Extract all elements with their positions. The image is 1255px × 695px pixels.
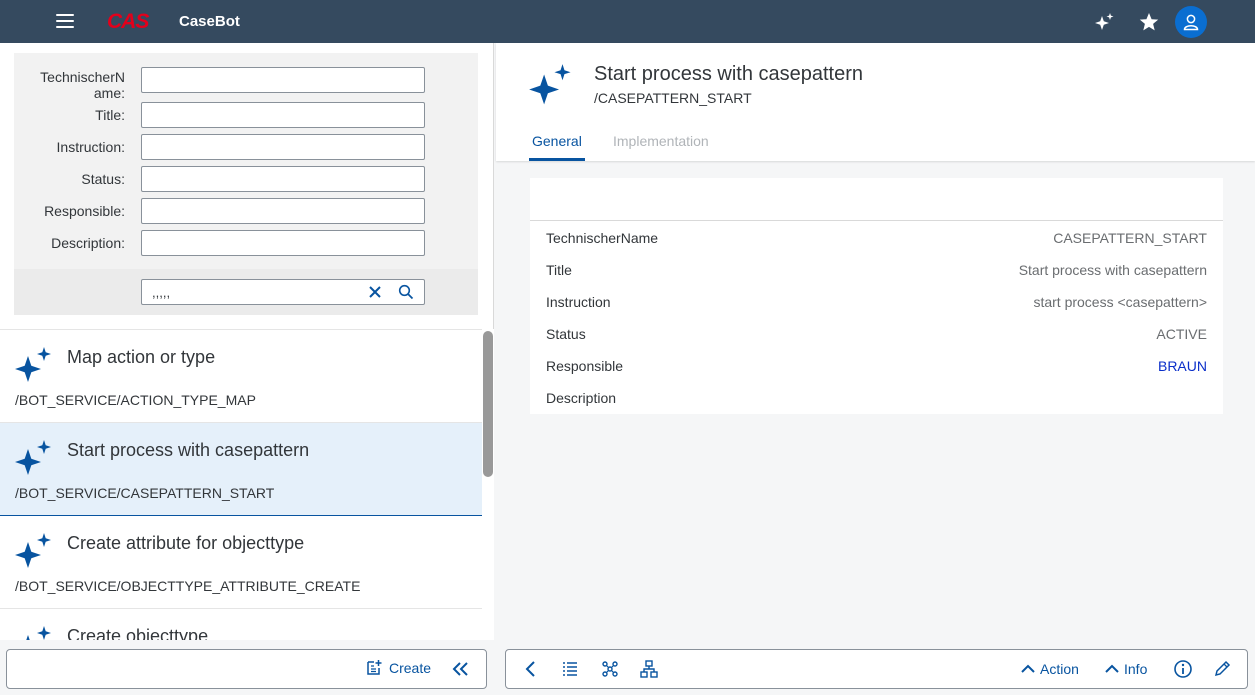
info-circle-icon[interactable] <box>1173 659 1193 679</box>
shell-bar: CAS CaseBot <box>0 0 1255 43</box>
detail-row-instruction: Instruction start process <casepattern> <box>530 286 1223 318</box>
detail-row-technischername: TechnischerName CASEPATTERN_START <box>530 222 1223 254</box>
action-button[interactable]: Action <box>1020 659 1079 679</box>
detail-row-status: Status ACTIVE <box>530 318 1223 350</box>
responsible-link[interactable]: BRAUN <box>1158 358 1207 374</box>
detail-row-description: Description <box>530 382 1223 414</box>
status-input[interactable] <box>141 166 425 192</box>
filter-label: Responsible: <box>44 203 125 219</box>
list-item-subtitle: /BOT_SERVICE/OBJECTTYPE_ATTRIBUTE_CREATE <box>15 578 361 594</box>
sparkle-icon <box>14 625 54 640</box>
create-button-label: Create <box>389 660 432 676</box>
search-bar: ,,,,, <box>14 269 478 315</box>
detail-label: Responsible <box>546 358 624 374</box>
detail-label: Title <box>546 262 572 278</box>
collapse-icon[interactable] <box>451 659 471 682</box>
list-item-title: Start process with casepattern <box>67 440 310 460</box>
sparkle-icon <box>14 439 54 482</box>
info-button-label: Info <box>1124 661 1148 677</box>
clear-icon[interactable] <box>367 284 383 303</box>
detail-row-responsible: Responsible BRAUN <box>530 350 1223 382</box>
app-title: CaseBot <box>179 13 240 30</box>
sparkle-icon <box>14 532 54 575</box>
create-button[interactable]: Create <box>365 659 431 677</box>
list-item-title: Create attribute for objecttype <box>67 533 305 553</box>
favorite-star-icon[interactable] <box>1138 11 1160 33</box>
detail-value: start process <casepattern> <box>1033 294 1207 310</box>
general-card: TechnischerName CASEPATTERN_START Title … <box>530 178 1223 414</box>
sparkle-icon[interactable] <box>1094 11 1116 33</box>
list-item-selected[interactable]: Start process with casepattern /BOT_SERV… <box>0 423 482 516</box>
user-icon <box>1183 14 1199 31</box>
detail-label: Instruction <box>546 294 611 310</box>
search-input[interactable]: ,,,,, <box>141 279 425 305</box>
description-input[interactable] <box>141 230 425 256</box>
sparkle-icon <box>528 63 574 112</box>
filter-label: Title: <box>95 107 125 123</box>
list-item[interactable]: Map action or type /BOT_SERVICE/ACTION_T… <box>0 330 482 423</box>
detail-row-title: Title Start process with casepattern <box>530 254 1223 286</box>
detail-header: Start process with casepattern /CASEPATT… <box>496 43 1255 161</box>
list-item-title: Map action or type <box>67 347 216 367</box>
detail-label: TechnischerName <box>546 230 659 246</box>
active-tab-indicator <box>529 158 585 161</box>
detail-footer-toolbar: Action Info <box>505 649 1248 689</box>
list-scrollbar[interactable] <box>482 329 494 640</box>
tab-implementation[interactable]: Implementation <box>613 133 709 149</box>
list-item[interactable]: Create objecttype <box>0 609 482 640</box>
detail-tabs: General Implementation <box>496 119 1255 161</box>
detail-subtitle: /CASEPATTERN_START <box>594 90 752 106</box>
filter-label: Instruction: <box>56 139 125 155</box>
instruction-input[interactable] <box>141 134 425 160</box>
sparkle-icon <box>14 346 54 389</box>
detail-title: Start process with casepattern <box>594 63 864 85</box>
detail-value: CASEPATTERN_START <box>1053 230 1207 246</box>
responsible-input[interactable] <box>141 198 425 224</box>
detail-pane: Start process with casepattern /CASEPATT… <box>496 43 1255 640</box>
brand-logo[interactable]: CAS <box>107 10 149 34</box>
chevron-up-icon <box>1105 664 1119 673</box>
edit-pencil-icon[interactable] <box>1213 659 1231 679</box>
info-button[interactable]: Info <box>1104 659 1147 679</box>
back-icon[interactable] <box>523 659 539 679</box>
menu-icon[interactable] <box>56 14 74 28</box>
scrollbar-thumb[interactable] <box>483 331 493 477</box>
filter-form: TechnischerN ame: Title: Instruction: Sta… <box>14 53 478 315</box>
filter-label: Description: <box>51 235 125 251</box>
filter-label: Status: <box>81 171 125 187</box>
hierarchy-icon[interactable] <box>640 659 658 679</box>
action-button-label: Action <box>1040 661 1079 677</box>
tab-general[interactable]: General <box>532 133 582 149</box>
user-avatar[interactable] <box>1175 6 1207 38</box>
detail-label: Description <box>546 390 617 406</box>
card-header <box>530 178 1223 221</box>
list-item[interactable]: Create attribute for objecttype /BOT_SER… <box>0 516 482 609</box>
list-item-subtitle: /BOT_SERVICE/CASEPATTERN_START <box>15 485 275 501</box>
create-icon <box>367 660 382 675</box>
list-icon[interactable] <box>561 659 579 679</box>
detail-value: ACTIVE <box>1156 326 1207 342</box>
detail-label: Status <box>546 326 586 342</box>
list-item-title: Create objecttype <box>67 626 209 640</box>
network-icon[interactable] <box>600 659 620 679</box>
result-list: Map action or type /BOT_SERVICE/ACTION_T… <box>0 329 482 640</box>
list-item-subtitle: /BOT_SERVICE/ACTION_TYPE_MAP <box>15 392 256 408</box>
master-pane: TechnischerN ame: Title: Instruction: Sta… <box>0 43 494 640</box>
technischername-input[interactable] <box>141 67 425 93</box>
title-input[interactable] <box>141 102 425 128</box>
chevron-up-icon <box>1021 664 1035 673</box>
search-icon[interactable] <box>398 284 414 303</box>
detail-value: Start process with casepattern <box>1018 262 1207 278</box>
filter-label: TechnischerN ame: <box>40 69 125 101</box>
search-value: ,,,,, <box>152 285 171 300</box>
master-footer-toolbar: Create <box>6 649 487 689</box>
